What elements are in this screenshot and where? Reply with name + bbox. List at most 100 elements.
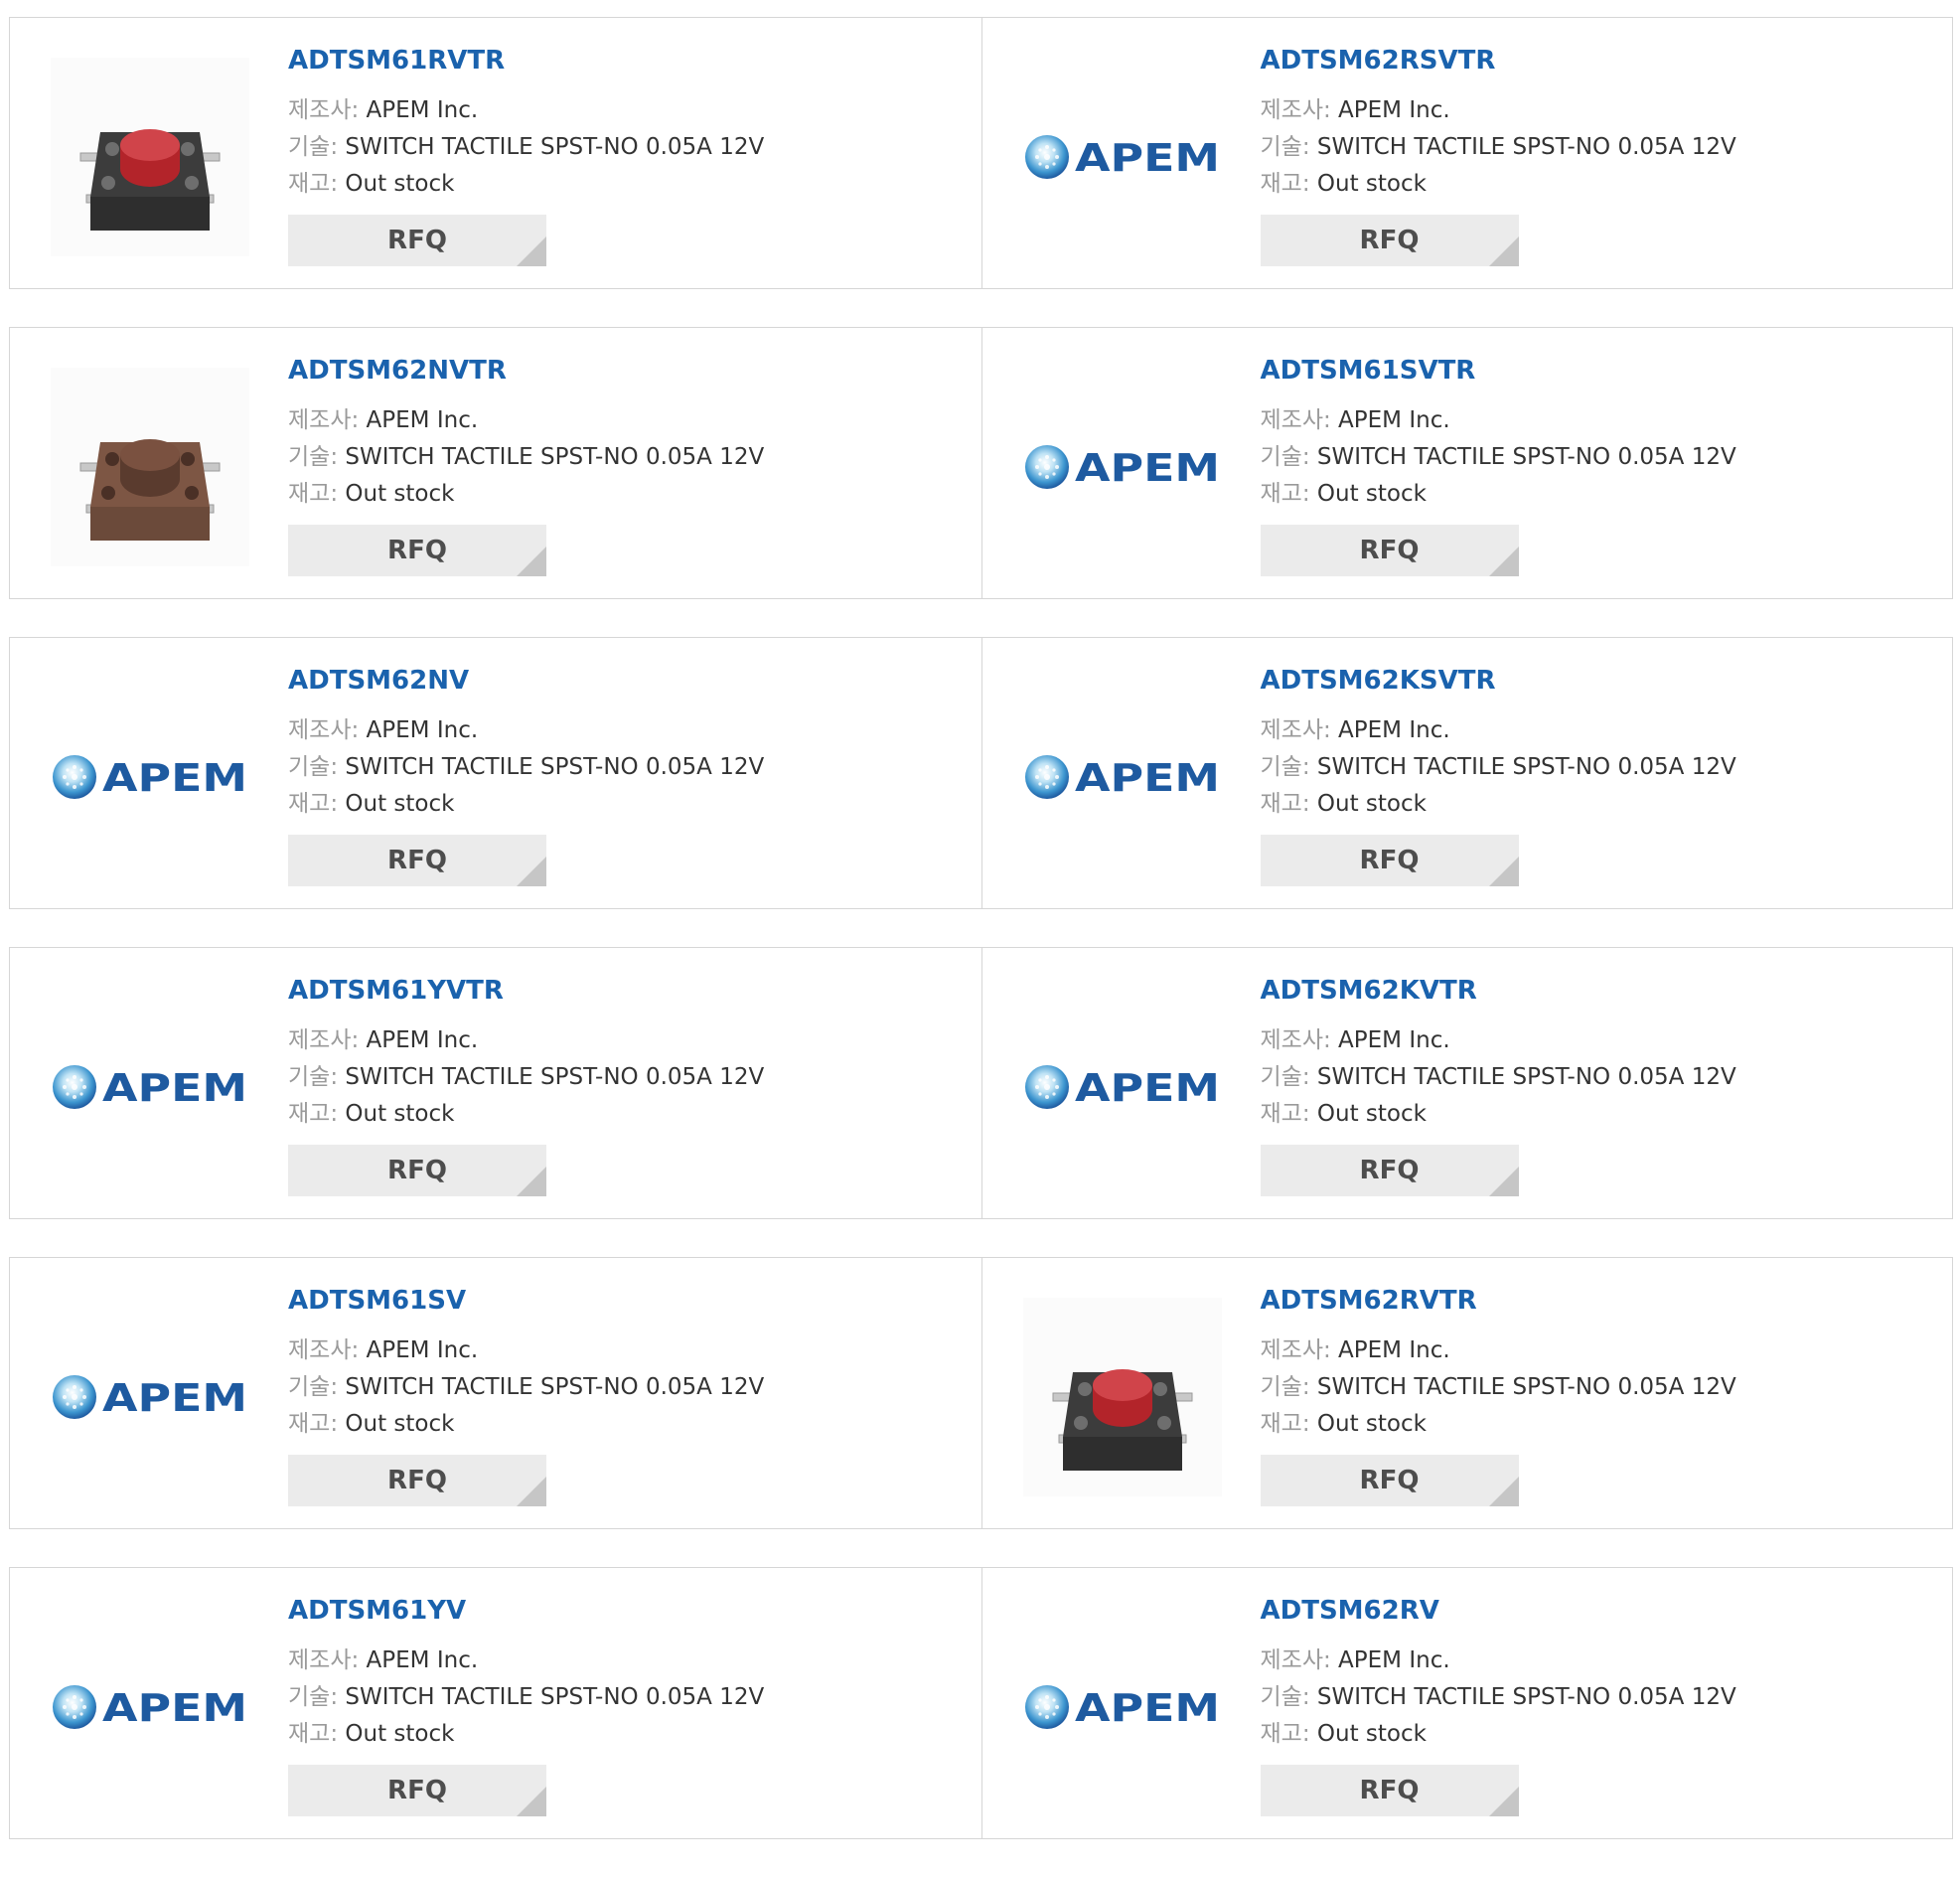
rfq-button[interactable]: RFQ [288,835,546,887]
product-title-link[interactable]: ADTSM61SVTR [1261,356,1736,387]
product-title-link[interactable]: ADTSM62KVTR [1261,976,1736,1007]
product-info: ADTSM61YVTR 제조사: APEM Inc. 기술: SWITCH TA… [288,976,764,1197]
description-label: 기술: [288,444,339,471]
corner-triangle-icon [1488,1787,1519,1817]
apem-logo: APEM [1024,1065,1220,1110]
manufacturer-value: APEM Inc. [366,1647,479,1674]
stock-label: 재고: [288,1101,339,1128]
stock-label: 재고: [288,1721,339,1748]
product-title-link[interactable]: ADTSM62NVTR [288,356,764,387]
stock-label: 재고: [1260,1101,1310,1128]
rfq-button-label: RFQ [387,846,447,876]
rfq-button-label: RFQ [387,1466,447,1496]
product-info: ADTSM62KSVTR 제조사: APEM Inc. 기술: SWITCH T… [1260,666,1736,887]
apem-logo: APEM [53,1685,247,1730]
manufacturer-value: APEM Inc. [366,1337,479,1364]
corner-triangle-icon [517,236,546,267]
product-image[interactable] [1020,1298,1225,1496]
product-image[interactable]: APEM [1020,988,1225,1186]
product-image[interactable]: APEM [1020,678,1225,876]
manufacturer-label: 제조사: [1260,407,1331,434]
manufacturer-value: APEM Inc. [1338,407,1450,434]
description-line: 기술: SWITCH TACTILE SPST-NO 0.05A 12V [288,749,764,786]
product-info: ADTSM61SVTR 제조사: APEM Inc. 기술: SWITCH TA… [1260,356,1736,577]
product-title-link[interactable]: ADTSM61RVTR [288,46,764,77]
rfq-button[interactable]: RFQ [288,1765,546,1817]
description-label: 기술: [288,1684,339,1711]
corner-triangle-icon [1488,236,1519,267]
description-value: SWITCH TACTILE SPST-NO 0.05A 12V [1316,444,1736,471]
corner-triangle-icon [517,857,546,887]
product-card: APEM ADTSM61SVTR 제조사: APEM Inc. 기술: SWIT… [980,328,1953,598]
rfq-button[interactable]: RFQ [288,525,546,577]
description-label: 기술: [288,754,339,781]
description-label: 기술: [1260,754,1310,781]
description-value: SWITCH TACTILE SPST-NO 0.05A 12V [345,134,765,161]
stock-line: 재고: Out stock [1261,1406,1736,1443]
product-image[interactable] [48,58,252,256]
rfq-button[interactable]: RFQ [288,1145,546,1197]
apem-logo: APEM [53,755,247,800]
description-value: SWITCH TACTILE SPST-NO 0.05A 12V [1316,1374,1736,1401]
product-title-link[interactable]: ADTSM62RV [1261,1596,1736,1627]
rfq-button-label: RFQ [1359,536,1420,566]
product-card: APEM ADTSM62NV 제조사: APEM Inc. 기술: SWITCH… [10,638,981,908]
description-value: SWITCH TACTILE SPST-NO 0.05A 12V [1316,134,1736,161]
apem-logo-text: APEM [1075,446,1220,490]
stock-value: Out stock [345,481,455,508]
rfq-button[interactable]: RFQ [1260,835,1519,887]
stock-value: Out stock [1316,791,1427,818]
product-image[interactable] [48,368,252,566]
product-image[interactable]: APEM [48,1608,252,1806]
stock-line: 재고: Out stock [1261,1096,1736,1133]
rfq-button[interactable]: RFQ [288,215,546,267]
product-image[interactable]: APEM [48,988,252,1186]
rfq-button[interactable]: RFQ [1260,1145,1519,1197]
rfq-button[interactable]: RFQ [1260,1765,1519,1817]
rfq-button[interactable]: RFQ [288,1455,546,1507]
description-line: 기술: SWITCH TACTILE SPST-NO 0.05A 12V [1261,439,1736,476]
product-card: APEM ADTSM61SV 제조사: APEM Inc. 기술: SWITCH… [10,1258,981,1528]
product-image[interactable]: APEM [1020,368,1225,566]
corner-triangle-icon [1488,547,1519,577]
product-image[interactable]: APEM [1020,58,1225,256]
description-line: 기술: SWITCH TACTILE SPST-NO 0.05A 12V [1261,1679,1736,1716]
stock-label: 재고: [1260,791,1310,818]
stock-value: Out stock [345,1721,455,1748]
manufacturer-label: 제조사: [288,97,360,124]
apem-logo-text: APEM [102,1686,247,1730]
description-value: SWITCH TACTILE SPST-NO 0.05A 12V [1316,754,1736,781]
manufacturer-line: 제조사: APEM Inc. [288,92,764,129]
rfq-button[interactable]: RFQ [1260,525,1519,577]
manufacturer-line: 제조사: APEM Inc. [1261,402,1736,439]
rfq-button[interactable]: RFQ [1260,215,1519,267]
product-title-link[interactable]: ADTSM61YVTR [288,976,764,1007]
description-value: SWITCH TACTILE SPST-NO 0.05A 12V [1316,1064,1736,1091]
description-line: 기술: SWITCH TACTILE SPST-NO 0.05A 12V [288,1369,764,1406]
manufacturer-label: 제조사: [1260,1027,1331,1054]
manufacturer-line: 제조사: APEM Inc. [1261,1642,1736,1679]
rfq-button-label: RFQ [387,1156,447,1186]
apem-logo: APEM [53,1065,247,1110]
description-label: 기술: [1260,444,1310,471]
rfq-button[interactable]: RFQ [1260,1455,1519,1507]
product-title-link[interactable]: ADTSM62KSVTR [1261,666,1736,697]
description-label: 기술: [1260,1064,1310,1091]
stock-line: 재고: Out stock [1261,786,1736,823]
apem-logo-text: APEM [102,1376,247,1420]
product-title-link[interactable]: ADTSM62RVTR [1261,1286,1736,1317]
product-card: ADTSM62RVTR 제조사: APEM Inc. 기술: SWITCH TA… [980,1258,1953,1528]
product-row: APEM ADTSM62NV 제조사: APEM Inc. 기술: SWITCH… [9,637,1953,909]
product-image[interactable]: APEM [48,678,252,876]
stock-line: 재고: Out stock [288,166,764,203]
product-title-link[interactable]: ADTSM62RSVTR [1261,46,1736,77]
product-image[interactable]: APEM [48,1298,252,1496]
product-title-link[interactable]: ADTSM61YV [288,1596,764,1627]
description-line: 기술: SWITCH TACTILE SPST-NO 0.05A 12V [1261,1059,1736,1096]
product-title-link[interactable]: ADTSM62NV [288,666,764,697]
manufacturer-line: 제조사: APEM Inc. [288,1332,764,1369]
product-title-link[interactable]: ADTSM61SV [288,1286,764,1317]
apem-logo: APEM [53,1375,247,1420]
manufacturer-label: 제조사: [288,1647,360,1674]
product-image[interactable]: APEM [1020,1608,1225,1806]
